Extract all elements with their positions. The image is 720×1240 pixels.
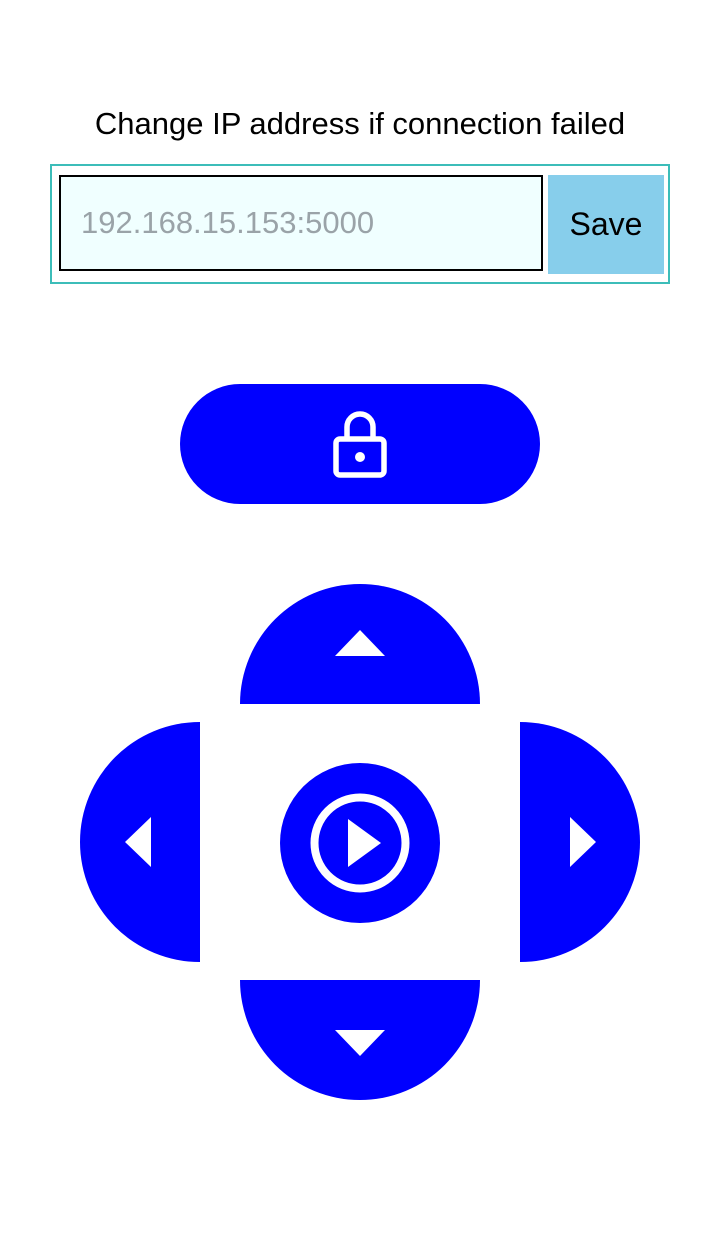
play-circle-icon [310, 793, 410, 893]
dpad-up-button[interactable] [240, 584, 480, 704]
play-button[interactable] [280, 763, 440, 923]
instruction-text: Change IP address if connection failed [94, 106, 626, 141]
dpad-down-button[interactable] [240, 980, 480, 1100]
lock-button[interactable] [180, 384, 540, 504]
save-button[interactable]: Save [548, 175, 664, 274]
ip-address-input[interactable] [59, 175, 543, 271]
ip-address-form: Save [50, 164, 670, 284]
triangle-down-icon [335, 1030, 385, 1056]
triangle-right-icon [570, 817, 596, 867]
triangle-up-icon [335, 630, 385, 656]
dpad-right-button[interactable] [520, 722, 640, 962]
triangle-left-icon [125, 817, 151, 867]
dpad-left-button[interactable] [80, 722, 200, 962]
lock-icon [333, 411, 387, 478]
